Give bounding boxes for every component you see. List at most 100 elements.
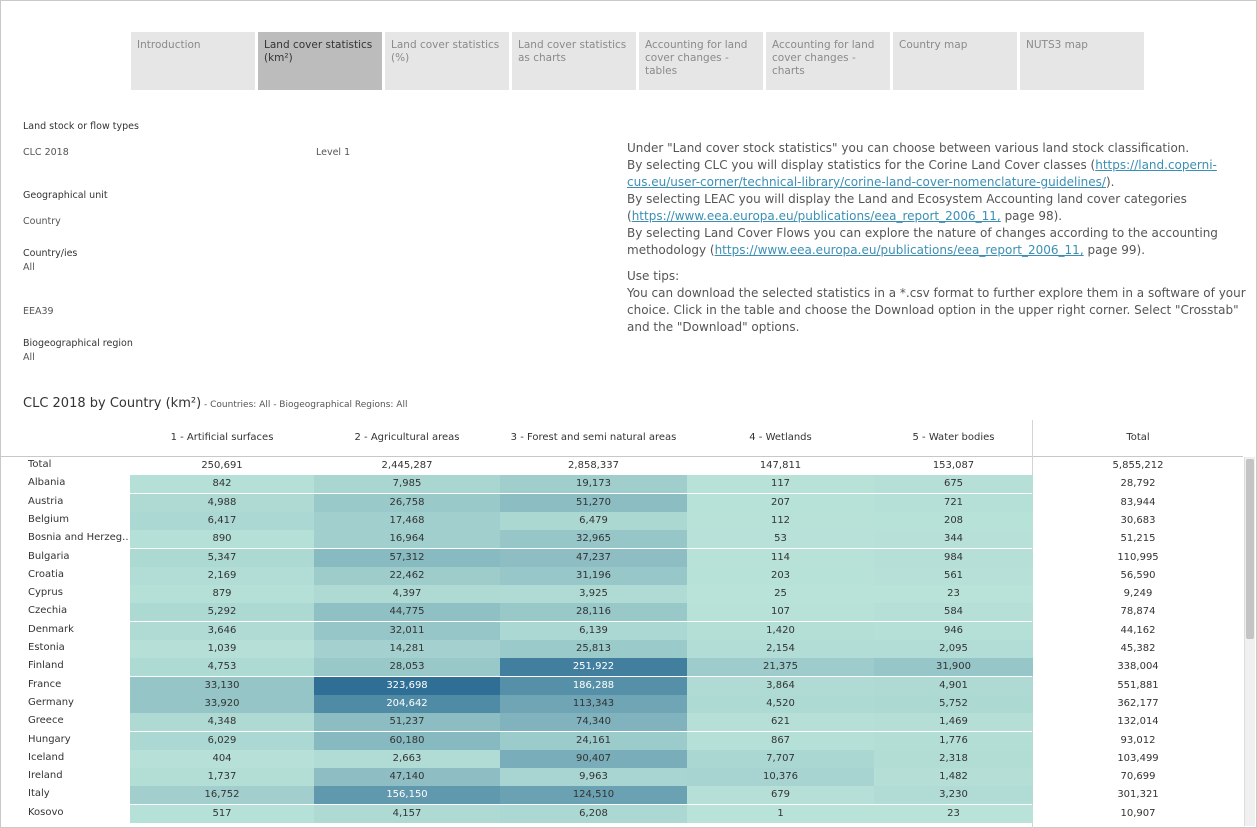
value-cell[interactable]: 16,752 xyxy=(130,786,314,805)
value-cell[interactable]: 1,039 xyxy=(130,640,314,658)
value-cell[interactable]: 113,343 xyxy=(500,694,687,713)
value-cell[interactable]: 33,130 xyxy=(130,676,314,695)
table-row[interactable]: Estonia 1,039 14,281 25,813 2,154 2,095 45,382 xyxy=(0,640,1243,658)
table-row[interactable]: France 33,130 323,698 186,288 3,864 4,901 551,… xyxy=(0,676,1243,695)
tab-land-cover-km2[interactable]: Land cover statistics (km²) xyxy=(258,32,382,90)
value-cell[interactable]: 250,691 xyxy=(130,457,314,475)
value-cell[interactable]: 28,116 xyxy=(500,603,687,622)
value-cell[interactable]: 867 xyxy=(687,731,874,750)
value-cell[interactable]: 32,965 xyxy=(500,530,687,549)
row-total-cell[interactable]: 45,382 xyxy=(1033,640,1243,658)
row-total-cell[interactable]: 301,321 xyxy=(1033,786,1243,804)
table-row[interactable]: Croatia 2,169 22,462 31,196 203 561 56,590 xyxy=(0,566,1243,585)
row-total-cell[interactable]: 551,881 xyxy=(1033,677,1243,695)
value-cell[interactable]: 23 xyxy=(874,585,1033,604)
value-cell[interactable]: 31,900 xyxy=(874,658,1033,677)
value-cell[interactable]: 7,707 xyxy=(687,749,874,768)
value-cell[interactable]: 204,642 xyxy=(314,694,500,713)
value-cell[interactable]: 25,813 xyxy=(500,640,687,658)
col-header-wetlands[interactable]: 4 - Wetlands xyxy=(687,432,874,443)
value-cell[interactable]: 124,510 xyxy=(500,786,687,805)
row-total-cell[interactable]: 338,004 xyxy=(1033,658,1243,676)
value-cell[interactable]: 2,169 xyxy=(130,566,314,585)
value-cell[interactable]: 679 xyxy=(687,786,874,805)
table-row[interactable]: Albania 842 7,985 19,173 117 675 28,792 xyxy=(0,475,1243,494)
table-row[interactable]: Czechia 5,292 44,775 28,116 107 584 78,874 xyxy=(0,603,1243,622)
value-cell[interactable]: 1,469 xyxy=(874,713,1033,732)
value-cell[interactable]: 114 xyxy=(687,548,874,567)
table-row[interactable]: Hungary 6,029 60,180 24,161 867 1,776 93,012 xyxy=(0,731,1243,750)
value-cell[interactable]: 344 xyxy=(874,530,1033,549)
value-cell[interactable]: 2,095 xyxy=(874,640,1033,658)
scrollbar-thumb[interactable] xyxy=(1246,459,1254,639)
row-total-cell[interactable]: 93,012 xyxy=(1033,732,1243,750)
tab-country-map[interactable]: Country map xyxy=(893,32,1017,90)
row-total-cell[interactable]: 362,177 xyxy=(1033,695,1243,713)
bio-region-dropdown[interactable]: All xyxy=(23,352,35,363)
level-dropdown[interactable]: Level 1 xyxy=(316,147,350,158)
value-cell[interactable]: 44,775 xyxy=(314,603,500,622)
value-cell[interactable]: 90,407 xyxy=(500,749,687,768)
row-total-cell[interactable]: 56,590 xyxy=(1033,567,1243,585)
table-row[interactable]: Kosovo 517 4,157 6,208 1 23 10,907 xyxy=(0,804,1243,823)
value-cell[interactable]: 1 xyxy=(687,804,874,823)
value-cell[interactable]: 721 xyxy=(874,493,1033,512)
row-total-cell[interactable]: 44,162 xyxy=(1033,622,1243,640)
tab-land-cover-percent[interactable]: Land cover statistics (%) xyxy=(385,32,509,90)
row-total-cell[interactable]: 83,944 xyxy=(1033,494,1243,512)
row-total-cell[interactable]: 10,907 xyxy=(1033,805,1243,823)
table-row[interactable]: Iceland 404 2,663 90,407 7,707 2,318 103,499 xyxy=(0,749,1243,768)
value-cell[interactable]: 7,985 xyxy=(314,475,500,494)
total-row[interactable]: Total 250,691 2,445,287 2,858,337 147,811 153… xyxy=(0,457,1243,475)
value-cell[interactable]: 22,462 xyxy=(314,566,500,585)
value-cell[interactable]: 842 xyxy=(130,475,314,494)
value-cell[interactable]: 51,237 xyxy=(314,713,500,732)
table-row[interactable]: Bosnia and Herzeg.. 890 16,964 32,965 53 344 5… xyxy=(0,530,1243,549)
value-cell[interactable]: 2,154 xyxy=(687,640,874,658)
row-total-cell[interactable]: 110,995 xyxy=(1033,549,1243,567)
value-cell[interactable]: 946 xyxy=(874,621,1033,640)
tab-introduction[interactable]: Introduction xyxy=(131,32,255,90)
value-cell[interactable]: 4,753 xyxy=(130,658,314,677)
value-cell[interactable]: 251,922 xyxy=(500,658,687,677)
value-cell[interactable]: 4,520 xyxy=(687,694,874,713)
col-header-forest[interactable]: 3 - Forest and semi natural areas xyxy=(500,432,687,443)
table-row[interactable]: Denmark 3,646 32,011 6,139 1,420 946 44,162 xyxy=(0,621,1243,640)
value-cell[interactable]: 33,920 xyxy=(130,694,314,713)
row-total-cell[interactable]: 70,699 xyxy=(1033,768,1243,786)
value-cell[interactable]: 203 xyxy=(687,566,874,585)
value-cell[interactable]: 4,901 xyxy=(874,676,1033,695)
value-cell[interactable]: 31,196 xyxy=(500,566,687,585)
value-cell[interactable]: 9,963 xyxy=(500,768,687,787)
row-total-cell[interactable]: 28,792 xyxy=(1033,475,1243,493)
value-cell[interactable]: 47,237 xyxy=(500,548,687,567)
value-cell[interactable]: 3,230 xyxy=(874,786,1033,805)
value-cell[interactable]: 60,180 xyxy=(314,731,500,750)
value-cell[interactable]: 584 xyxy=(874,603,1033,622)
value-cell[interactable]: 890 xyxy=(130,530,314,549)
value-cell[interactable]: 51,270 xyxy=(500,493,687,512)
value-cell[interactable]: 4,397 xyxy=(314,585,500,604)
geo-unit-dropdown[interactable]: Country xyxy=(23,216,61,227)
value-cell[interactable]: 1,776 xyxy=(874,731,1033,750)
value-cell[interactable]: 5,752 xyxy=(874,694,1033,713)
value-cell[interactable]: 153,087 xyxy=(874,457,1033,475)
value-cell[interactable]: 6,479 xyxy=(500,511,687,530)
col-header-total[interactable]: Total xyxy=(1033,432,1243,443)
value-cell[interactable]: 4,348 xyxy=(130,713,314,732)
value-cell[interactable]: 25 xyxy=(687,585,874,604)
value-cell[interactable]: 404 xyxy=(130,749,314,768)
tab-accounting-tables[interactable]: Accounting for land cover changes - tabl… xyxy=(639,32,763,90)
value-cell[interactable]: 112 xyxy=(687,511,874,530)
value-cell[interactable]: 621 xyxy=(687,713,874,732)
col-header-agricultural[interactable]: 2 - Agricultural areas xyxy=(314,432,500,443)
countries-dropdown[interactable]: All xyxy=(23,262,35,273)
row-total-cell[interactable]: 5,855,212 xyxy=(1033,457,1243,475)
row-total-cell[interactable]: 51,215 xyxy=(1033,530,1243,548)
value-cell[interactable]: 53 xyxy=(687,530,874,549)
value-cell[interactable]: 561 xyxy=(874,566,1033,585)
value-cell[interactable]: 2,445,287 xyxy=(314,457,500,475)
table-row[interactable]: Ireland 1,737 47,140 9,963 10,376 1,482 70,699 xyxy=(0,768,1243,787)
value-cell[interactable]: 16,964 xyxy=(314,530,500,549)
value-cell[interactable]: 207 xyxy=(687,493,874,512)
